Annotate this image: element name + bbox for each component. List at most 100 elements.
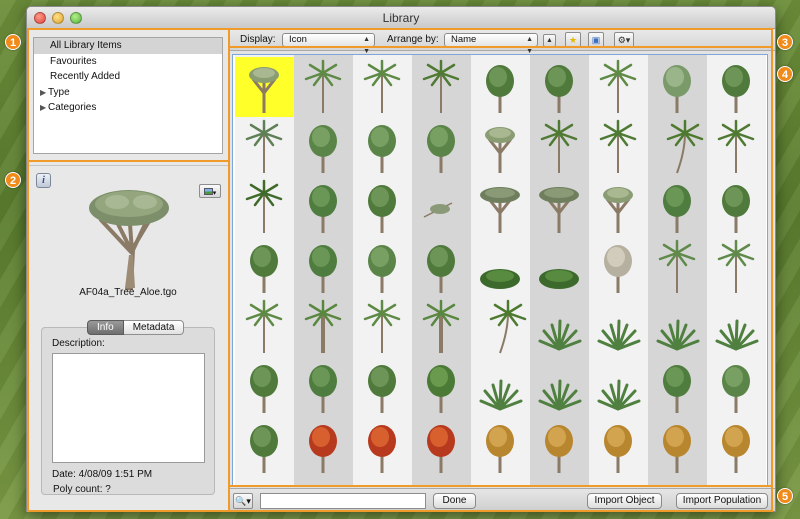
library-item-thumbnail[interactable] bbox=[412, 357, 471, 417]
close-window-button[interactable] bbox=[34, 12, 46, 24]
library-item-thumbnail[interactable] bbox=[471, 237, 530, 297]
library-item-thumbnail[interactable] bbox=[412, 297, 471, 357]
library-item-thumbnail[interactable] bbox=[412, 417, 471, 477]
library-item-thumbnail[interactable] bbox=[235, 57, 294, 117]
library-item-thumbnail[interactable] bbox=[589, 357, 648, 417]
library-item-thumbnail[interactable] bbox=[648, 177, 707, 237]
library-item-thumbnail[interactable] bbox=[589, 57, 648, 117]
library-item-thumbnail[interactable] bbox=[412, 177, 471, 237]
disclosure-triangle-icon[interactable]: ▶ bbox=[40, 100, 48, 116]
info-icon[interactable]: i bbox=[36, 173, 51, 188]
library-item-thumbnail[interactable] bbox=[707, 297, 766, 357]
library-item-thumbnail[interactable] bbox=[353, 477, 412, 485]
library-item-thumbnail[interactable] bbox=[648, 477, 707, 485]
library-item-thumbnail[interactable] bbox=[589, 477, 648, 485]
library-item-thumbnail[interactable] bbox=[294, 117, 353, 177]
library-item-thumbnail[interactable] bbox=[530, 297, 589, 357]
library-item-thumbnail[interactable] bbox=[589, 177, 648, 237]
library-item-thumbnail[interactable] bbox=[353, 357, 412, 417]
library-item-thumbnail[interactable] bbox=[412, 477, 471, 485]
library-item-thumbnail[interactable] bbox=[235, 417, 294, 477]
library-item-thumbnail[interactable] bbox=[530, 57, 589, 117]
display-select[interactable]: Icon ▲ ▼ bbox=[282, 33, 375, 55]
library-item-thumbnail[interactable] bbox=[589, 297, 648, 357]
library-item-thumbnail[interactable] bbox=[530, 417, 589, 477]
done-button[interactable]: Done bbox=[433, 493, 476, 509]
minimize-window-button[interactable] bbox=[52, 12, 64, 24]
library-item-thumbnail[interactable] bbox=[530, 357, 589, 417]
library-item-thumbnail[interactable] bbox=[471, 177, 530, 237]
library-item-thumbnail[interactable] bbox=[294, 57, 353, 117]
action-menu-button[interactable]: ⚙▾ bbox=[614, 32, 634, 48]
library-item-thumbnail[interactable] bbox=[353, 57, 412, 117]
import-population-button[interactable]: Import Population bbox=[676, 493, 768, 509]
library-item-thumbnail[interactable] bbox=[471, 357, 530, 417]
description-field[interactable] bbox=[52, 353, 205, 463]
disclosure-triangle-icon[interactable]: ▶ bbox=[40, 85, 48, 101]
library-item-thumbnail[interactable] bbox=[235, 297, 294, 357]
sidebar-item-recently-added[interactable]: Recently Added bbox=[34, 69, 222, 85]
library-item-thumbnail[interactable] bbox=[412, 237, 471, 297]
tab-info[interactable]: Info bbox=[87, 320, 124, 335]
library-item-thumbnail[interactable] bbox=[648, 297, 707, 357]
library-item-thumbnail[interactable] bbox=[235, 177, 294, 237]
library-item-thumbnail[interactable] bbox=[353, 177, 412, 237]
sort-ascending-button[interactable]: ▲ bbox=[543, 34, 556, 47]
library-item-thumbnail[interactable] bbox=[294, 417, 353, 477]
sidebar-item-categories[interactable]: ▶ Categories bbox=[34, 100, 222, 116]
library-item-thumbnail[interactable] bbox=[235, 477, 294, 485]
sidebar-item-type[interactable]: ▶ Type bbox=[34, 85, 222, 101]
library-item-thumbnail[interactable] bbox=[294, 177, 353, 237]
library-item-thumbnail[interactable] bbox=[412, 57, 471, 117]
library-item-thumbnail[interactable] bbox=[294, 357, 353, 417]
library-item-thumbnail[interactable] bbox=[294, 237, 353, 297]
library-item-thumbnail[interactable] bbox=[648, 417, 707, 477]
search-input[interactable] bbox=[260, 493, 426, 509]
library-item-thumbnail[interactable] bbox=[530, 237, 589, 297]
library-item-thumbnail[interactable] bbox=[707, 117, 766, 177]
arrange-select[interactable]: Name ▲ ▼ bbox=[444, 33, 538, 55]
add-favourite-button[interactable]: ★ bbox=[565, 32, 581, 48]
library-item-thumbnail[interactable] bbox=[353, 297, 412, 357]
library-item-thumbnail[interactable] bbox=[471, 57, 530, 117]
library-item-thumbnail[interactable] bbox=[707, 57, 766, 117]
search-options-button[interactable]: 🔍▾ bbox=[233, 493, 253, 509]
sidebar-item-all-library-items[interactable]: All Library Items bbox=[34, 38, 222, 54]
library-item-thumbnail[interactable] bbox=[648, 117, 707, 177]
library-item-thumbnail[interactable] bbox=[235, 237, 294, 297]
sidebar-item-favourites[interactable]: Favourites bbox=[34, 54, 222, 70]
library-source-list[interactable]: All Library Items Favourites Recently Ad… bbox=[33, 37, 223, 154]
library-item-thumbnail[interactable] bbox=[530, 177, 589, 237]
library-item-thumbnail[interactable] bbox=[294, 477, 353, 485]
library-item-thumbnail[interactable] bbox=[707, 177, 766, 237]
library-item-thumbnail[interactable] bbox=[707, 237, 766, 297]
library-item-thumbnail[interactable] bbox=[235, 117, 294, 177]
library-item-thumbnail[interactable] bbox=[589, 117, 648, 177]
library-item-thumbnail[interactable] bbox=[648, 237, 707, 297]
library-item-thumbnail[interactable] bbox=[235, 357, 294, 417]
zoom-window-button[interactable] bbox=[70, 12, 82, 24]
library-item-thumbnail[interactable] bbox=[707, 477, 766, 485]
library-item-thumbnail[interactable] bbox=[471, 477, 530, 485]
library-item-thumbnail[interactable] bbox=[530, 477, 589, 485]
library-item-thumbnail[interactable] bbox=[648, 357, 707, 417]
library-item-thumbnail[interactable] bbox=[353, 417, 412, 477]
library-item-thumbnail[interactable] bbox=[707, 417, 766, 477]
library-item-thumbnail[interactable] bbox=[589, 237, 648, 297]
import-object-button[interactable]: Import Object bbox=[587, 493, 662, 509]
library-item-thumbnail[interactable] bbox=[294, 297, 353, 357]
library-item-thumbnail[interactable] bbox=[648, 57, 707, 117]
library-item-thumbnail[interactable] bbox=[471, 417, 530, 477]
library-item-thumbnail[interactable] bbox=[471, 297, 530, 357]
library-item-thumbnail[interactable] bbox=[589, 417, 648, 477]
add-item-button[interactable]: ▣ bbox=[588, 32, 604, 48]
library-item-thumbnail[interactable] bbox=[707, 357, 766, 417]
tab-metadata[interactable]: Metadata bbox=[123, 320, 185, 335]
library-item-thumbnail[interactable] bbox=[471, 117, 530, 177]
library-item-thumbnail[interactable] bbox=[412, 117, 471, 177]
preview-image-menu-button[interactable]: ▾ bbox=[199, 184, 221, 198]
library-item-thumbnail[interactable] bbox=[353, 237, 412, 297]
library-item-thumbnail[interactable] bbox=[353, 117, 412, 177]
library-item-grid[interactable] bbox=[232, 54, 768, 486]
library-item-thumbnail[interactable] bbox=[530, 117, 589, 177]
